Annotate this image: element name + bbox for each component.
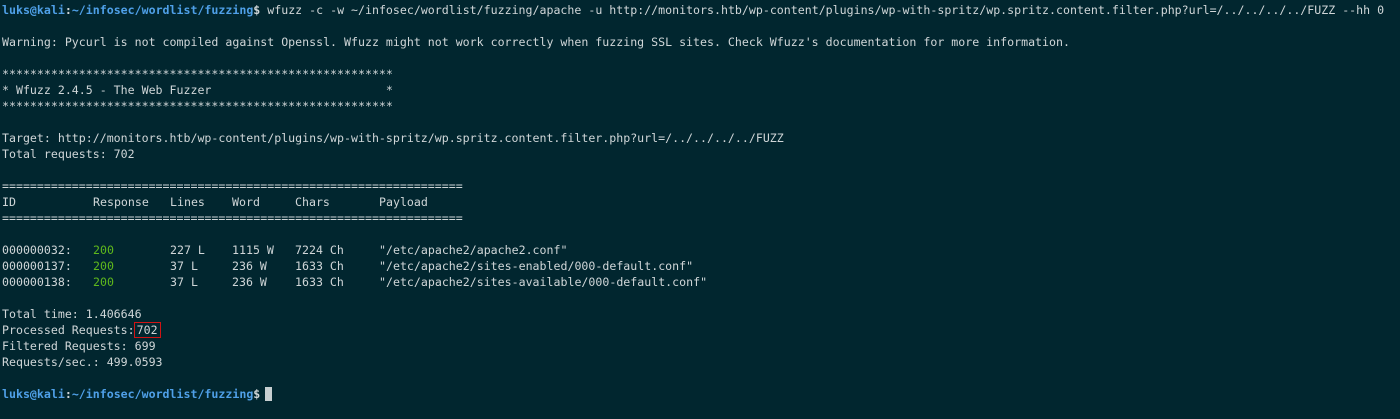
target-line: Target: http://monitors.htb/wp-content/p… <box>2 131 784 145</box>
requests-per-sec-line: Requests/sec.: 499.0593 <box>2 355 163 369</box>
header-word: Word <box>232 195 260 209</box>
prompt-at: @ <box>29 387 37 401</box>
terminal-window[interactable]: luks@kali:~/infosec/wordlist/fuzzing$ wf… <box>0 0 1400 402</box>
prompt-symbol: $ <box>253 3 261 17</box>
row-word: 1115 W <box>232 243 274 257</box>
input-prompt-line[interactable]: luks@kali:~/infosec/wordlist/fuzzing$ <box>2 386 1400 402</box>
prompt-host: kali <box>36 387 65 401</box>
processed-requests-value: 702 <box>133 322 161 338</box>
row-chars: 7224 Ch <box>295 243 344 257</box>
row-id: 000000138: <box>2 275 72 289</box>
row-lines: 37 L <box>170 275 198 289</box>
header-chars: Chars <box>295 195 330 209</box>
header-payload: Payload <box>379 195 428 209</box>
filtered-requests-line: Filtered Requests: 699 <box>2 339 156 353</box>
row-payload: "/etc/apache2/apache2.conf" <box>379 243 568 257</box>
prompt-path: ~/infosec/wordlist/fuzzing <box>71 387 254 401</box>
total-requests-line: Total requests: 702 <box>2 147 135 161</box>
header-id: ID <box>2 195 16 209</box>
row-response: 200 <box>93 259 114 273</box>
prompt-user: luks <box>2 3 30 17</box>
banner-bottom: ****************************************… <box>2 99 393 113</box>
row-id: 000000137: <box>2 259 72 273</box>
prompt-colon: : <box>64 3 72 17</box>
command-line: luks@kali:~/infosec/wordlist/fuzzing$ wf… <box>2 2 1400 18</box>
header-lines: Lines <box>170 195 205 209</box>
text-cursor[interactable] <box>265 387 273 401</box>
prompt-colon: : <box>64 387 72 401</box>
prompt-host: kali <box>36 3 65 17</box>
warning-text: Warning: Pycurl is not compiled against … <box>2 35 1070 49</box>
row-response: 200 <box>93 243 114 257</box>
prompt-symbol: $ <box>253 387 261 401</box>
row-payload: "/etc/apache2/sites-enabled/000-default.… <box>379 259 694 273</box>
row-word: 236 W <box>232 275 267 289</box>
header-response: Response <box>93 195 149 209</box>
row-word: 236 W <box>232 259 267 273</box>
prompt-path: ~/infosec/wordlist/fuzzing <box>71 3 254 17</box>
table-row: 000000137: 200 37 L 236 W 1633 Ch "/etc/apach… <box>2 258 1400 274</box>
row-chars: 1633 Ch <box>295 275 344 289</box>
row-chars: 1633 Ch <box>295 259 344 273</box>
row-payload: "/etc/apache2/sites-available/000-defaul… <box>379 275 708 289</box>
row-lines: 37 L <box>170 259 198 273</box>
table-row: 000000138: 200 37 L 236 W 1633 Ch "/etc/apach… <box>2 274 1400 290</box>
banner-title: * Wfuzz 2.4.5 - The Web Fuzzer * <box>2 83 393 97</box>
row-lines: 227 L <box>170 243 205 257</box>
table-rule-top: ========================================… <box>2 179 463 193</box>
banner-top: ****************************************… <box>2 67 393 81</box>
command-text: wfuzz -c -w ~/infosec/wordlist/fuzzing/a… <box>267 3 1385 17</box>
table-row: 000000032: 200 227 L 1115 W 7224 Ch "/etc/apa… <box>2 242 1400 258</box>
prompt-at: @ <box>29 3 37 17</box>
prompt-user: luks <box>2 387 30 401</box>
row-response: 200 <box>93 275 114 289</box>
total-time-line: Total time: 1.406646 <box>2 307 142 321</box>
row-id: 000000032: <box>2 243 72 257</box>
processed-requests-label: Processed Requests: <box>2 323 135 337</box>
table-header-row: ID Response Lines Word Chars Payload <box>2 194 1400 210</box>
table-rule-bottom: ========================================… <box>2 211 463 225</box>
processed-requests-line: Processed Requests: 702 <box>2 322 1400 338</box>
